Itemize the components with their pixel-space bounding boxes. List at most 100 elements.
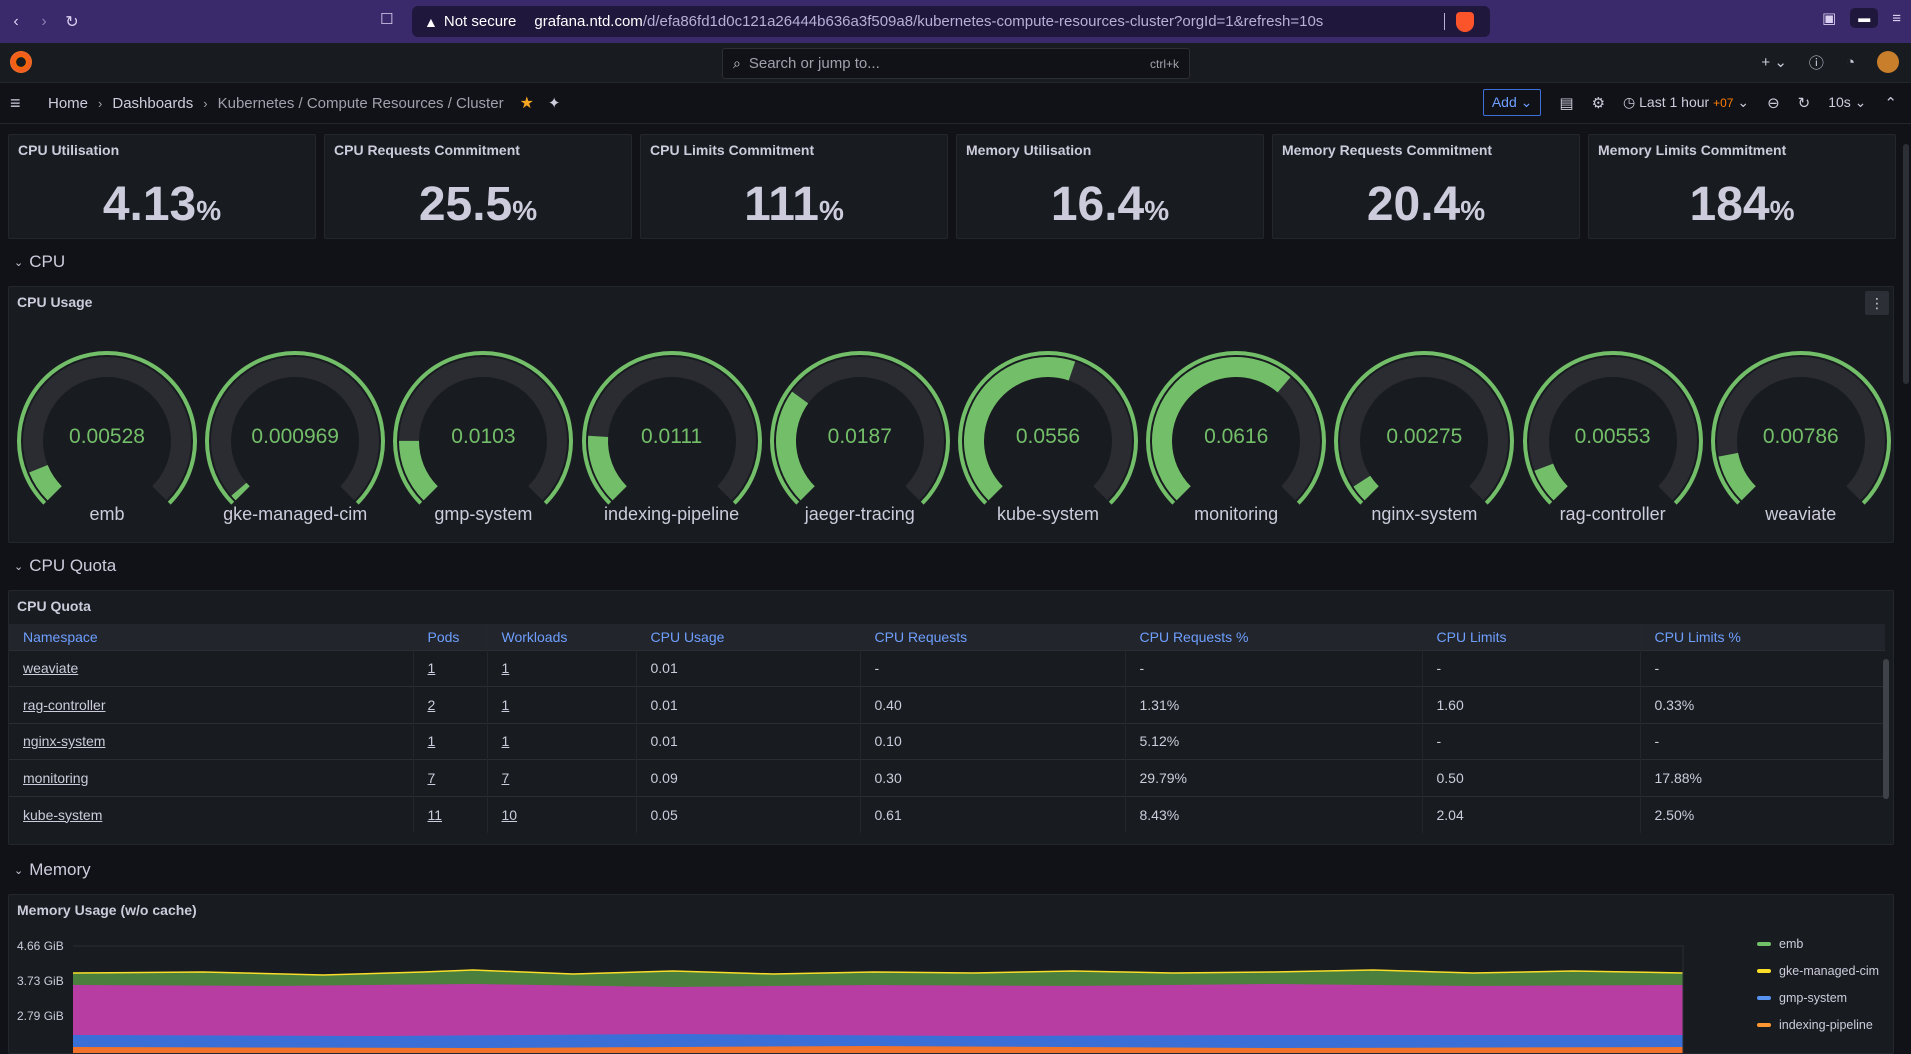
- gauge-fill: [399, 440, 439, 501]
- address-bar[interactable]: ▲ Not secure grafana.ntd.com/d/efa86fd1d…: [412, 6, 1490, 37]
- table-cell[interactable]: 1: [486, 649, 636, 687]
- table-cell: 0.33%: [1639, 686, 1885, 723]
- table-cell[interactable]: 1: [486, 722, 636, 760]
- dashboard-toolbar: Add ⌄ ▤ ⚙ ◷ Last 1 hour +07 ⌄ ⊖ ↻ 10s ⌄ …: [1482, 89, 1897, 116]
- table-cell[interactable]: 11: [412, 795, 487, 833]
- table-cell: 0.09: [635, 759, 860, 796]
- column-header[interactable]: Namespace: [9, 624, 413, 650]
- star-icon[interactable]: ★: [520, 93, 534, 113]
- stat-panel-memory-limits: Memory Limits Commitment 184%: [1588, 134, 1896, 239]
- panel-title: CPU Quota: [17, 598, 91, 614]
- gauge-jaeger-tracing: 0.0187 jaeger-tracing: [769, 349, 950, 529]
- column-header[interactable]: CPU Usage: [635, 624, 860, 650]
- gauge-value: 0.00786: [1762, 425, 1839, 448]
- table-cell: 2.04: [1421, 795, 1640, 833]
- url-divider: [1444, 13, 1445, 30]
- gauge-label: monitoring: [1194, 504, 1279, 524]
- panel-menu-icon[interactable]: ⋮: [1865, 291, 1889, 315]
- legend-item[interactable]: emb: [1757, 930, 1879, 957]
- row-cpu-quota[interactable]: ⌄ CPU Quota: [14, 556, 116, 576]
- column-header[interactable]: Workloads: [486, 624, 636, 650]
- save-icon[interactable]: ▤: [1559, 94, 1573, 112]
- table-cell[interactable]: nginx-system: [9, 722, 413, 760]
- collapse-icon[interactable]: ⌃: [1884, 94, 1897, 112]
- gauge-fill: [1534, 463, 1568, 501]
- column-header[interactable]: CPU Limits: [1421, 624, 1640, 650]
- new-menu-icon[interactable]: + ⌄: [1761, 53, 1787, 71]
- gauge-rag-controller: 0.00553 rag-controller: [1522, 349, 1703, 529]
- memory-usage-panel: Memory Usage (w/o cache) 4.66 GiB 3.73 G…: [8, 894, 1894, 1054]
- sidebar-toggle-icon[interactable]: ▣: [1822, 9, 1836, 27]
- table-cell[interactable]: rag-controller: [9, 686, 413, 723]
- browser-menu-icon[interactable]: ≡: [1892, 10, 1901, 27]
- legend-swatch: [1757, 995, 1771, 1000]
- bookmark-icon[interactable]: ☐: [380, 10, 393, 28]
- table-cell[interactable]: 1: [412, 722, 487, 760]
- legend-item[interactable]: gke-managed-cim: [1757, 957, 1879, 984]
- chevron-down-icon: ⌄: [14, 864, 24, 877]
- table-cell[interactable]: 2: [412, 686, 487, 723]
- table-cell: 5.12%: [1124, 722, 1422, 760]
- table-cell[interactable]: monitoring: [9, 759, 413, 796]
- table-cell: 1.60: [1421, 686, 1640, 723]
- hamburger-menu-icon[interactable]: ≡: [10, 93, 30, 114]
- stat-panel-cpu-limits: CPU Limits Commitment 111%: [640, 134, 948, 239]
- share-icon[interactable]: ✦: [548, 94, 561, 112]
- table-cell[interactable]: weaviate: [9, 649, 413, 687]
- table-cell: -: [859, 649, 1125, 687]
- legend-item[interactable]: indexing-pipeline: [1757, 1011, 1879, 1038]
- row-memory[interactable]: ⌄ Memory: [14, 860, 91, 880]
- back-icon[interactable]: ‹: [2, 8, 30, 36]
- forward-icon[interactable]: ›: [30, 8, 58, 36]
- legend-swatch: [1757, 941, 1771, 946]
- gauge-value: 0.0111: [641, 425, 703, 448]
- table-cell: 1.31%: [1124, 686, 1422, 723]
- chevron-right-icon: ›: [98, 95, 103, 111]
- table-row: kube-system 11 10 0.05 0.61 8.43% 2.04 2.50%: [9, 795, 1885, 833]
- news-feed-icon[interactable]: ◔: [1846, 54, 1855, 71]
- breadcrumb-home[interactable]: Home: [48, 95, 88, 112]
- row-cpu[interactable]: ⌄ CPU: [14, 252, 65, 272]
- refresh-icon[interactable]: ↻: [1798, 94, 1811, 112]
- table-row: rag-controller 2 1 0.01 0.40 1.31% 1.60 0.33%: [9, 686, 1885, 723]
- gauge-value: 0.00275: [1386, 425, 1463, 448]
- breadcrumb-dashboards[interactable]: Dashboards: [112, 95, 193, 112]
- memory-area-chart: [73, 945, 1684, 1053]
- legend-label: gmp-system: [1779, 990, 1848, 1005]
- table-cell[interactable]: kube-system: [9, 795, 413, 833]
- table-cell: 0.40: [859, 686, 1125, 723]
- table-cell[interactable]: 10: [486, 795, 636, 833]
- table-cell[interactable]: 7: [486, 759, 636, 796]
- legend-item[interactable]: gmp-system: [1757, 984, 1879, 1011]
- cpu-quota-panel: CPU Quota Namespace Pods Workloads CPU Usag…: [8, 590, 1894, 845]
- legend-swatch: [1757, 1022, 1771, 1027]
- table-cell[interactable]: 1: [486, 686, 636, 723]
- grafana-logo-icon[interactable]: [10, 51, 32, 73]
- table-cell[interactable]: 7: [412, 759, 487, 796]
- reload-icon[interactable]: ↻: [58, 8, 86, 36]
- search-placeholder: Search or jump to...: [748, 55, 880, 72]
- zoom-out-icon[interactable]: ⊖: [1767, 94, 1780, 112]
- table-scrollbar[interactable]: [1883, 659, 1889, 799]
- stat-title: CPU Requests Commitment: [334, 142, 520, 158]
- refresh-interval-picker[interactable]: 10s ⌄: [1828, 94, 1866, 111]
- help-icon[interactable]: ⓘ: [1809, 52, 1824, 73]
- column-header[interactable]: CPU Requests: [859, 624, 1125, 650]
- y-axis-tick: 2.79 GiB: [17, 1009, 64, 1023]
- brave-shield-icon[interactable]: [1456, 12, 1474, 32]
- add-button[interactable]: Add ⌄: [1482, 89, 1542, 116]
- table-header: Namespace Pods Workloads CPU Usage CPU Reque…: [9, 624, 1885, 650]
- time-range-picker[interactable]: ◷ Last 1 hour +07 ⌄: [1623, 94, 1749, 111]
- page-scrollbar[interactable]: [1903, 144, 1909, 384]
- panel-title: Memory Usage (w/o cache): [17, 902, 197, 918]
- extension-icon[interactable]: ▬: [1850, 8, 1879, 28]
- column-header[interactable]: CPU Requests %: [1124, 624, 1422, 650]
- table-cell[interactable]: 1: [412, 649, 487, 687]
- column-header[interactable]: CPU Limits %: [1639, 624, 1885, 650]
- table-row: weaviate 1 1 0.01- - - -: [9, 649, 1885, 687]
- search-input[interactable]: ⌕ Search or jump to... ctrl+k: [722, 48, 1190, 79]
- stat-panel-cpu-utilisation: CPU Utilisation 4.13%: [8, 134, 316, 239]
- gear-icon[interactable]: ⚙: [1592, 94, 1605, 112]
- avatar[interactable]: [1877, 51, 1899, 73]
- column-header[interactable]: Pods: [412, 624, 487, 650]
